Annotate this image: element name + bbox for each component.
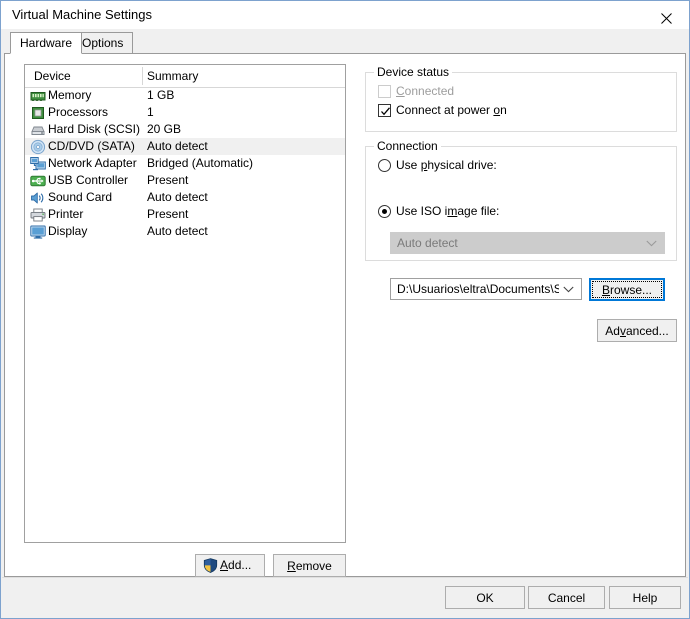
sound-card-icon	[30, 190, 46, 206]
device-row-memory[interactable]: Memory 1 GB	[25, 87, 345, 104]
device-row-summary: Auto detect	[147, 190, 208, 204]
device-row-name: Network Adapter	[48, 156, 137, 170]
device-list[interactable]: Device Summary Memory 1 GB Processors 1 Hard…	[24, 64, 346, 543]
connection-legend: Connection	[374, 139, 441, 153]
processor-icon	[30, 105, 46, 121]
device-status-legend: Device status	[374, 65, 453, 79]
use-physical-drive-radio-box[interactable]	[378, 159, 391, 172]
use-iso-image-radio-label: Use ISO image file:	[396, 204, 500, 218]
tab-hardware[interactable]: Hardware	[10, 32, 83, 54]
help-button[interactable]: Help	[609, 586, 681, 609]
device-row-name: CD/DVD (SATA)	[48, 139, 135, 153]
device-row-name: Memory	[48, 88, 92, 102]
cancel-button[interactable]: Cancel	[528, 586, 605, 609]
device-row-summary: Auto detect	[147, 224, 208, 238]
printer-icon	[30, 207, 46, 223]
device-row-name: Printer	[48, 207, 84, 221]
content-panel: Device Summary Memory 1 GB Processors 1 Hard…	[4, 53, 686, 577]
device-row-name: Processors	[48, 105, 109, 119]
connected-checkbox-label: Connected	[396, 84, 455, 98]
device-row-summary: 20 GB	[147, 122, 182, 136]
physical-drive-combo-value: Auto detect	[397, 236, 458, 250]
advanced-button[interactable]: Advanced...	[597, 319, 677, 342]
device-row-summary: Bridged (Automatic)	[147, 156, 254, 170]
device-status-group: Device status Connected Connect at power…	[365, 65, 677, 132]
close-glyph	[660, 13, 672, 24]
device-row-processors[interactable]: Processors 1	[25, 104, 345, 121]
checkmark-icon	[381, 107, 390, 116]
uac-shield-icon	[203, 558, 218, 573]
network-adapter-icon	[30, 156, 46, 172]
add-button-label: Add...	[220, 558, 252, 572]
add-button[interactable]: Add...	[195, 554, 265, 577]
chevron-down-icon	[646, 233, 658, 253]
device-rows: Memory 1 GB Processors 1 Hard Disk (SCSI) 20 …	[25, 87, 345, 240]
physical-drive-combo: Auto detect	[390, 232, 665, 254]
device-row-printer[interactable]: Printer Present	[25, 206, 345, 223]
connect-at-power-on-checkbox-box[interactable]	[378, 104, 391, 117]
connect-at-power-on-checkbox-label: Connect at power on	[396, 103, 507, 117]
close-icon[interactable]	[643, 1, 689, 28]
iso-path-combo[interactable]: D:\Usuarios\eltra\Documents\Siste	[390, 278, 582, 300]
advanced-button-label: Advanced...	[605, 323, 669, 338]
remove-button-label: Remove	[287, 558, 332, 573]
usb-controller-icon	[30, 173, 46, 189]
cd-dvd-icon	[30, 139, 46, 155]
chevron-down-icon[interactable]	[563, 279, 575, 299]
remove-button[interactable]: Remove	[273, 554, 346, 577]
device-row-usb-controller[interactable]: USB Controller Present	[25, 172, 345, 189]
browse-button[interactable]: Browse...	[589, 278, 665, 301]
device-row-sound-card[interactable]: Sound Card Auto detect	[25, 189, 345, 206]
device-row-display[interactable]: Display Auto detect	[25, 223, 345, 240]
iso-path-value: D:\Usuarios\eltra\Documents\Siste	[397, 282, 559, 296]
device-row-name: Sound Card	[48, 190, 113, 204]
device-row-cd-dvd-sata[interactable]: CD/DVD (SATA) Auto detect	[25, 138, 345, 155]
device-row-name: USB Controller	[48, 173, 129, 187]
device-row-name: Hard Disk (SCSI)	[48, 122, 141, 136]
device-row-hard-disk-scsi[interactable]: Hard Disk (SCSI) 20 GB	[25, 121, 345, 138]
device-list-header: Device Summary	[25, 65, 345, 88]
device-row-summary: 1	[147, 105, 154, 119]
title-bar: Virtual Machine Settings	[1, 1, 689, 29]
device-row-summary: Present	[147, 207, 189, 221]
radio-dot	[382, 209, 387, 214]
connected-checkbox-box	[378, 85, 391, 98]
device-row-summary: Auto detect	[147, 139, 208, 153]
window-title: Virtual Machine Settings	[12, 7, 152, 22]
column-header-summary: Summary	[147, 69, 199, 83]
dialog-footer: OK Cancel Help	[2, 577, 688, 617]
use-physical-drive-radio-label: Use physical drive:	[396, 158, 497, 172]
ok-button[interactable]: OK	[445, 586, 525, 609]
display-icon	[30, 224, 46, 240]
device-row-summary: Present	[147, 173, 189, 187]
hard-disk-icon	[30, 122, 46, 138]
device-row-name: Display	[48, 224, 88, 238]
use-iso-image-radio-box[interactable]	[378, 205, 391, 218]
column-header-device: Device	[34, 69, 71, 83]
device-row-network-adapter[interactable]: Network Adapter Bridged (Automatic)	[25, 155, 345, 172]
focus-ring	[592, 281, 662, 298]
memory-icon	[30, 88, 46, 104]
vm-settings-window: Virtual Machine Settings Hardware Option…	[0, 0, 690, 619]
column-divider	[142, 67, 143, 85]
device-row-summary: 1 GB	[147, 88, 175, 102]
